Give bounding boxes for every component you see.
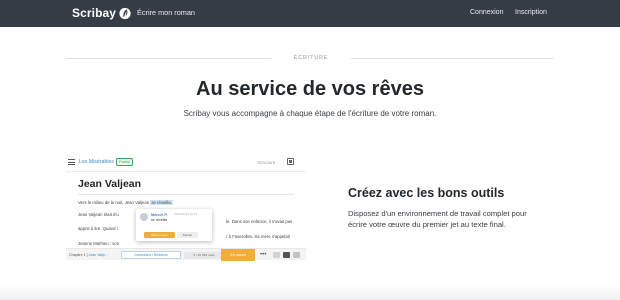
editor-footer: Chapitre 1 | Jean Valje... Corrections /… — [66, 248, 306, 261]
hero-subtitle: Scribay vous accompagne à chaque étape d… — [183, 109, 437, 118]
corrections-button[interactable]: Corrections / Relecture — [121, 251, 181, 259]
signup-link[interactable]: Inscription — [515, 8, 547, 18]
section-label: ÉCRITURE — [293, 55, 329, 61]
avatar — [140, 213, 148, 221]
comment-date: 29/03/2017 10:13 — [174, 212, 198, 217]
public-badge: Public — [116, 158, 133, 166]
chapter-prefix: Chapitre 1 | — [69, 253, 88, 257]
chapter-link[interactable]: Jean Valje... — [89, 253, 109, 257]
nav-write-novel-link[interactable]: Écrire mon roman — [137, 8, 195, 18]
editor-mockup: Les Misérables Public Structure Jean Val… — [66, 152, 306, 266]
brand-name: Scribay — [72, 6, 117, 20]
comment-close-button[interactable]: Fermer — [177, 232, 198, 238]
structure-link[interactable]: Structure — [257, 159, 275, 166]
menu-icon[interactable] — [68, 159, 75, 165]
paragraph-1: Vers le milieu de la nuit, Jean Valjean … — [78, 200, 173, 206]
chapter-divider — [78, 194, 294, 195]
feature-description-line-1: Disposez d'un environnement de travail c… — [348, 209, 527, 218]
feature-description: Disposez d'un environnement de travail c… — [348, 208, 558, 230]
hero-title: Au service de vos rêves — [196, 78, 424, 100]
chapter-title: Jean Valjean — [78, 178, 142, 190]
section-divider-left — [66, 58, 271, 59]
login-link[interactable]: Connexion — [470, 8, 503, 18]
comment-update-button[interactable]: Mettre à jour — [144, 232, 175, 238]
comment-author[interactable]: Marcel P. — [151, 212, 168, 217]
comment-quote: se réveilla — [151, 218, 168, 222]
top-navbar: Scribay Écrire mon roman Connexion Inscr… — [0, 0, 620, 27]
view-mode-icon[interactable] — [273, 252, 280, 258]
bottom-fade — [0, 284, 620, 300]
book-title-link[interactable]: Les Misérables — [79, 158, 114, 166]
more-icon[interactable]: ••• — [260, 250, 266, 260]
word-count: 5 | 10 354 mots — [184, 251, 224, 259]
editor-toolbar: Les Misérables Public Structure — [66, 152, 306, 172]
paragraph-1-text: Vers le milieu de la nuit, Jean Valjean — [78, 200, 150, 205]
section-divider-right — [351, 58, 554, 59]
chapter-breadcrumb: Chapitre 1 | Jean Valje... — [69, 252, 108, 258]
check-icon[interactable] — [293, 252, 300, 258]
save-icon[interactable] — [283, 252, 290, 258]
feature-title: Créez avec les bons outils — [348, 186, 505, 200]
comment-popover: Marcel P. 29/03/2017 10:13 se réveilla M… — [136, 209, 212, 241]
feather-logo-icon — [119, 7, 131, 19]
status-button[interactable]: En cours — [221, 249, 255, 261]
feature-description-line-2: écrire votre œuvre du premier jet au tex… — [348, 220, 506, 229]
panel-toggle-icon[interactable] — [287, 158, 294, 165]
highlighted-text[interactable]: se réveilla. — [150, 200, 173, 205]
brand-logo-link[interactable]: Scribay — [72, 6, 131, 20]
